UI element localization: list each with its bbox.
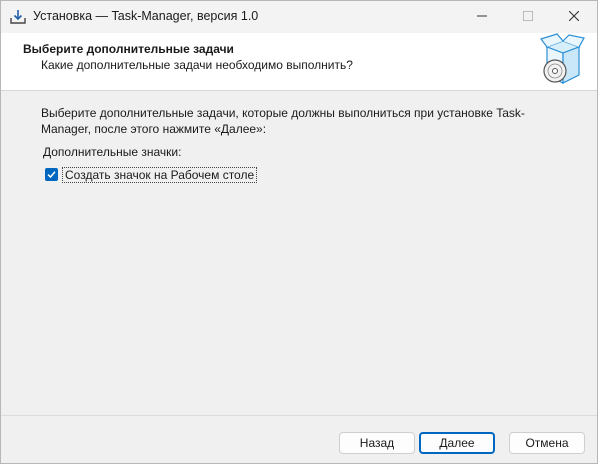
page-title: Выберите дополнительные задачи (23, 42, 234, 56)
installer-window: Установка — Task-Manager, версия 1.0 Выб… (0, 0, 598, 464)
wizard-header: Выберите дополнительные задачи Какие доп… (1, 33, 597, 91)
task-label[interactable]: Создать значок на Рабочем столе (62, 166, 258, 183)
next-button[interactable]: Далее (419, 432, 495, 454)
wizard-content: Выберите дополнительные задачи, которые … (1, 92, 597, 414)
task-desktop-icon[interactable]: Создать значок на Рабочем столе (45, 166, 258, 183)
back-button[interactable]: Назад (339, 432, 415, 454)
title-bar[interactable]: Установка — Task-Manager, версия 1.0 (1, 1, 597, 33)
maximize-icon (523, 10, 533, 24)
intro-text: Выберите дополнительные задачи, которые … (41, 106, 525, 136)
cancel-button[interactable]: Отмена (509, 432, 585, 454)
page-subtitle: Какие дополнительные задачи необходимо в… (41, 58, 353, 72)
maximize-button (505, 1, 551, 33)
close-button[interactable] (551, 1, 597, 33)
checkmark-icon (47, 168, 56, 182)
minimize-button[interactable] (459, 1, 505, 33)
task-checkbox[interactable] (45, 168, 58, 181)
minimize-icon (477, 10, 487, 24)
window-title: Установка — Task-Manager, версия 1.0 (33, 9, 259, 23)
box-with-disc-icon (539, 33, 585, 89)
wizard-footer: Назад Далее Отмена (1, 415, 597, 463)
group-label: Дополнительные значки: (43, 145, 182, 159)
close-icon (568, 10, 580, 24)
download-tray-icon (9, 8, 27, 26)
